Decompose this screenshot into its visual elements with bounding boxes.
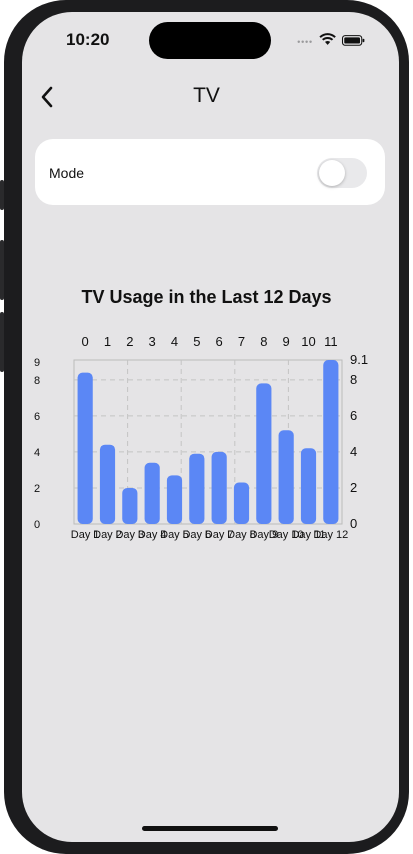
wifi-icon (319, 33, 336, 45)
bar (144, 462, 160, 524)
dynamic-island (149, 22, 271, 59)
battery-icon (341, 35, 365, 46)
bar (233, 482, 250, 524)
bar (77, 372, 93, 524)
left-y-tick: 4 (34, 447, 40, 459)
right-y-tick: 8 (350, 372, 357, 387)
left-y-tick: 8 (34, 375, 40, 387)
left-y-tick: 2 (34, 483, 40, 495)
right-y-tick: 9.1 (350, 352, 368, 367)
bar (300, 448, 317, 524)
left-y-tick: 0 (34, 519, 40, 531)
toggle-knob (319, 160, 345, 186)
top-axis-tick: 2 (126, 334, 133, 349)
top-axis-tick: 7 (238, 334, 245, 349)
bar (211, 451, 227, 524)
bar (122, 487, 138, 524)
top-axis-tick: 5 (193, 334, 200, 349)
x-tick-label: Day 12 (313, 529, 348, 541)
top-axis-tick: 8 (260, 334, 267, 349)
bar (323, 360, 339, 524)
bar (166, 475, 183, 524)
right-y-tick: 2 (350, 480, 357, 495)
settings-card: Mode (35, 139, 385, 205)
bar (278, 430, 294, 524)
top-axis-tick: 1 (104, 334, 111, 349)
mode-label: Mode (49, 165, 85, 181)
bar (256, 383, 272, 524)
right-y-tick: 4 (350, 444, 357, 459)
top-axis-tick: 6 (216, 334, 223, 349)
bar (189, 453, 205, 524)
top-axis-tick: 9 (283, 334, 290, 349)
status-icons (297, 33, 365, 46)
top-axis-tick: 4 (171, 334, 178, 349)
top-axis-tick: 3 (149, 334, 156, 349)
left-y-tick: 9 (34, 357, 40, 369)
bar (99, 444, 116, 524)
page-title: TV (193, 84, 220, 107)
mode-toggle[interactable] (317, 158, 367, 188)
right-y-tick: 0 (350, 516, 357, 531)
top-axis-tick: 11 (324, 334, 338, 349)
cellular-dots-icon (297, 40, 312, 43)
chart-title: TV Usage in the Last 12 Days (81, 287, 332, 307)
status-time: 10:20 (66, 30, 110, 49)
top-axis-tick: 10 (301, 334, 315, 349)
usage-chart: 0 1 2 3 4 5 6 7 8 9 10 11Day 1Day 2Day 3Day 4Day 5D… (34, 334, 368, 541)
left-y-tick: 6 (34, 411, 40, 423)
right-y-tick: 6 (350, 408, 357, 423)
top-axis-tick: 0 (82, 334, 89, 349)
home-indicator[interactable] (142, 826, 278, 831)
